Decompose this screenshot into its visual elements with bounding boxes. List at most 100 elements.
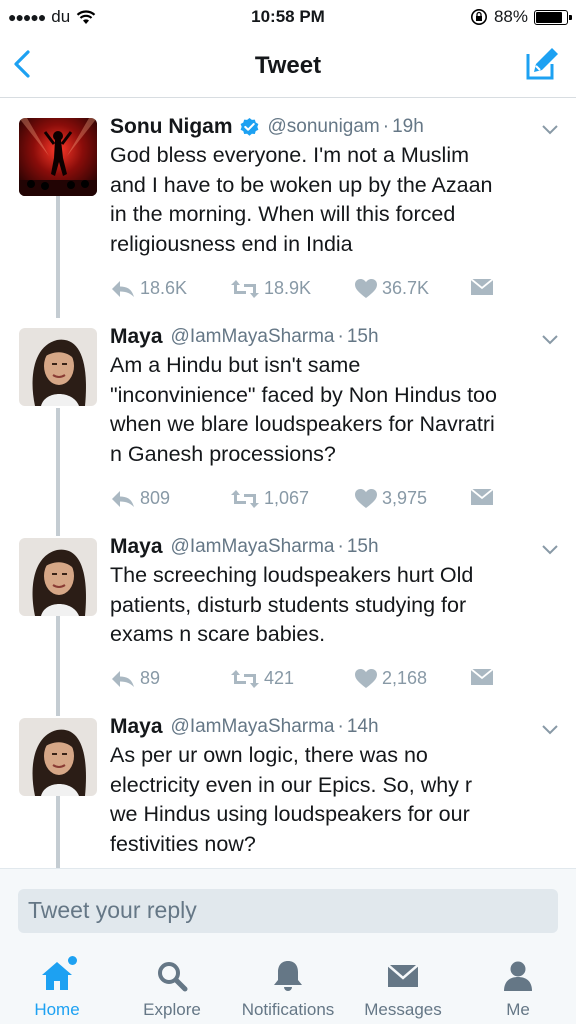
- author-handle[interactable]: @IamMayaSharma: [171, 536, 335, 558]
- tweet-text-line: when we blare loudspeakers for Navratri: [110, 412, 495, 436]
- tweet-text-line: patients, disturb students studying for: [110, 592, 467, 617]
- tab-label: Explore: [143, 1000, 201, 1019]
- tweet-actions: 809 1,067 3,975: [110, 486, 550, 514]
- reply-count: 18.6K: [140, 278, 188, 298]
- tweet-item[interactable]: Maya @IamMayaSharma · 15h Am a Hindu but…: [0, 308, 576, 518]
- tweet-text-line: electricity even in our Epics. So, why r: [110, 772, 473, 797]
- tweet-item[interactable]: Maya @IamMayaSharma · 14h As per ur own …: [0, 698, 576, 868]
- like-button[interactable]: 36.7K: [354, 278, 429, 299]
- tweet-text-line: festivities now?: [110, 831, 256, 856]
- like-count: 2,168: [382, 668, 428, 688]
- retweet-count: 18.9K: [264, 278, 312, 298]
- reply-bar: Tweet your reply: [0, 868, 576, 944]
- battery-icon: [534, 9, 572, 25]
- author-name[interactable]: Maya: [110, 715, 163, 739]
- tweet-text-line: and I have to be woken up by the Azaan: [110, 172, 493, 197]
- like-button[interactable]: 2,168: [354, 668, 427, 689]
- tab-messages[interactable]: Messages: [358, 958, 448, 1020]
- tab-label: Home: [34, 1000, 80, 1019]
- avatar[interactable]: [19, 718, 97, 796]
- tab-notifications[interactable]: Notifications: [232, 958, 344, 1020]
- author-handle[interactable]: @sonunigam: [268, 116, 380, 138]
- tweet-item[interactable]: Sonu Nigam @sonunigam · 19h God bless ev…: [0, 98, 576, 308]
- compose-tweet-icon[interactable]: [522, 44, 562, 84]
- tweet-text-line: Am a Hindu but isn't same: [110, 353, 361, 377]
- heart-icon: [355, 279, 377, 298]
- tweet-time: 14h: [346, 716, 379, 737]
- envelope-icon: [470, 488, 494, 505]
- tab-bar: Home Explore Notifications Messages Me: [0, 944, 576, 1024]
- author-name[interactable]: Maya: [110, 325, 163, 349]
- tweet-thread: Sonu Nigam @sonunigam · 19h God bless ev…: [0, 98, 576, 868]
- chevron-down-icon[interactable]: [540, 542, 560, 556]
- like-button[interactable]: 3,975: [354, 488, 427, 509]
- tweet-text: The screeching loudspeakers hurt Old pat…: [110, 561, 545, 650]
- tweet-text: As per ur own logic, there was no electr…: [110, 741, 545, 859]
- author-name[interactable]: Sonu Nigam: [110, 115, 233, 139]
- chevron-down-icon[interactable]: [540, 122, 560, 136]
- tab-label: Messages: [364, 1000, 442, 1019]
- reply-button[interactable]: 89: [110, 668, 160, 689]
- reply-icon: [112, 670, 134, 687]
- avatar[interactable]: [19, 118, 97, 196]
- like-count: 36.7K: [382, 278, 430, 298]
- reply-icon: [112, 280, 134, 297]
- separator-dot: ·: [337, 716, 344, 737]
- direct-message-button[interactable]: [470, 488, 494, 506]
- avatar[interactable]: [19, 538, 97, 616]
- tweet-actions: 18.6K 18.9K 36.7K: [110, 276, 550, 304]
- tweet-text-line: religiousness end in India: [110, 231, 353, 256]
- new-content-dot: [68, 956, 77, 965]
- orientation-lock-icon: [470, 9, 487, 25]
- like-count: 3,975: [382, 488, 428, 508]
- reply-button[interactable]: 809: [110, 488, 170, 509]
- tab-explore[interactable]: Explore: [132, 958, 212, 1020]
- tab-home[interactable]: Home: [22, 956, 92, 1020]
- author-handle[interactable]: @IamMayaSharma: [171, 326, 335, 348]
- tab-label: Notifications: [241, 1000, 335, 1019]
- tweet-text-line: The screeching loudspeakers hurt Old: [110, 563, 474, 587]
- retweet-icon: [231, 669, 259, 688]
- retweet-button[interactable]: 421: [230, 668, 294, 689]
- tweet-time: 19h: [392, 116, 424, 137]
- tweet-text-line: in the morning. When will this forced: [110, 202, 456, 226]
- chevron-down-icon[interactable]: [540, 332, 560, 346]
- tweet-text-line: "inconvinience" faced by Non Hindus too: [110, 382, 497, 407]
- tweet-text-line: As per ur own logic, there was no: [110, 743, 428, 767]
- direct-message-button[interactable]: [470, 278, 494, 296]
- search-icon: [158, 962, 188, 992]
- reply-button[interactable]: 18.6K: [110, 278, 187, 299]
- person-icon: [504, 961, 532, 991]
- battery-percent: 88%: [493, 7, 528, 26]
- retweet-button[interactable]: 18.9K: [230, 278, 311, 299]
- reply-input[interactable]: Tweet your reply: [18, 889, 558, 933]
- heart-icon: [355, 489, 377, 508]
- retweet-count: 1,067: [264, 488, 310, 508]
- reply-count: 89: [140, 668, 161, 688]
- author-name[interactable]: Maya: [110, 535, 163, 559]
- tweet-text-line: n Ganesh processions?: [110, 441, 336, 466]
- direct-message-button[interactable]: [470, 668, 494, 686]
- envelope-icon: [387, 964, 419, 987]
- tweet-time: 15h: [346, 326, 379, 347]
- reply-count: 809: [140, 488, 171, 508]
- retweet-count: 421: [264, 668, 295, 688]
- separator-dot: ·: [382, 116, 390, 137]
- page-title: Tweet: [254, 52, 322, 79]
- tab-label: Me: [506, 1000, 530, 1019]
- verified-badge-icon: [240, 117, 258, 136]
- nav-bar: Tweet: [0, 34, 576, 98]
- avatar[interactable]: [19, 328, 97, 406]
- reply-icon: [112, 490, 134, 507]
- status-bar: ●●●●● du 10:58 PM 88%: [0, 0, 576, 34]
- tweet-actions: 89 421 2,168: [110, 666, 550, 694]
- tab-me[interactable]: Me: [490, 958, 546, 1020]
- retweet-button[interactable]: 1,067: [230, 488, 309, 509]
- tweet-item[interactable]: Maya @IamMayaSharma · 15h The screeching…: [0, 518, 576, 698]
- heart-icon: [355, 669, 377, 688]
- tweet-text-line: exams n scare babies.: [110, 622, 326, 646]
- chevron-down-icon[interactable]: [540, 722, 560, 736]
- author-handle[interactable]: @IamMayaSharma: [171, 716, 335, 738]
- bell-icon: [274, 961, 302, 991]
- tweet-text: God bless everyone. I'm not a Muslim and…: [110, 141, 545, 259]
